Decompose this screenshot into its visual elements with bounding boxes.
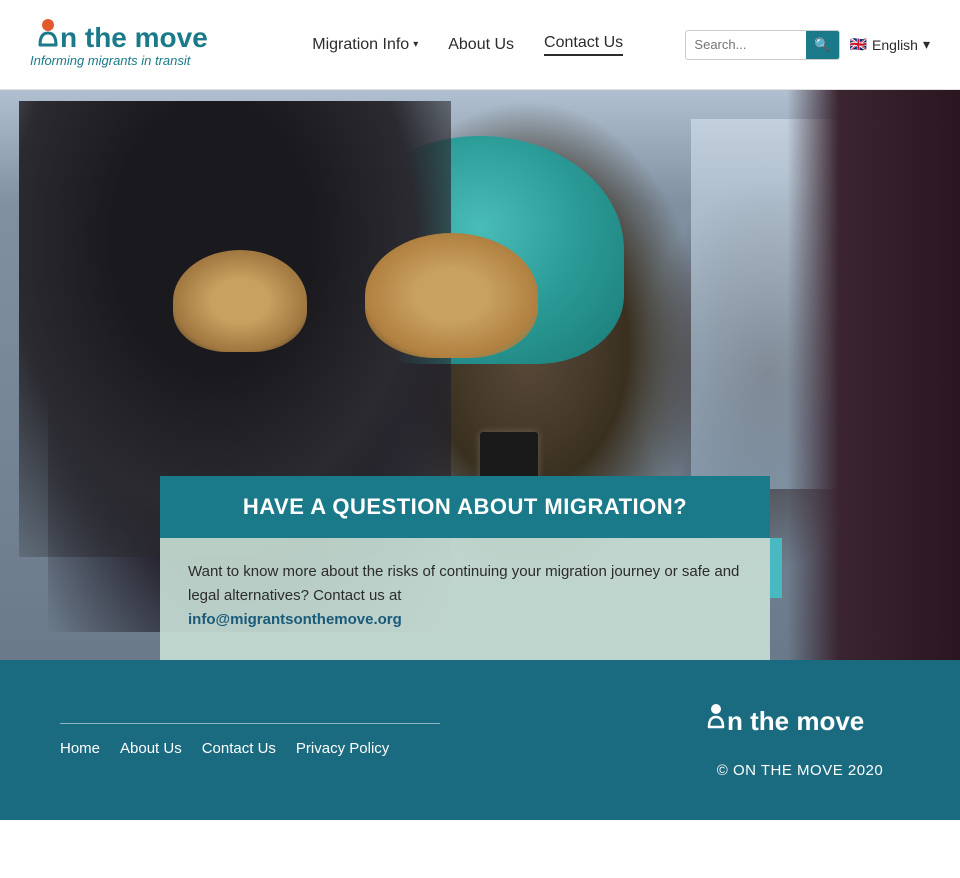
card-accent [770, 538, 782, 598]
footer-logo: n the move [700, 702, 900, 752]
nav-contact-us[interactable]: Contact Us [544, 34, 623, 56]
language-selector[interactable]: 🇬🇧 English ▾ [850, 36, 930, 53]
site-header: n the move Informing migrants in transit… [0, 0, 960, 90]
card-body: Want to know more about the risks of con… [160, 538, 770, 660]
logo-area[interactable]: n the move Informing migrants in transit [30, 17, 250, 72]
footer-left: Home About Us Contact Us Privacy Policy [60, 723, 440, 757]
footer-right: n the move © ON THE MOVE 2020 [700, 702, 900, 779]
logo-svg: n the move Informing migrants in transit [30, 17, 250, 72]
footer-link-about[interactable]: About Us [120, 740, 182, 757]
nav-migration-info[interactable]: Migration Info ▾ [312, 36, 418, 54]
svg-text:Informing migrants in transit: Informing migrants in transit [30, 53, 192, 68]
site-footer: Home About Us Contact Us Privacy Policy … [0, 660, 960, 820]
face-left [173, 250, 307, 353]
search-box: 🔍 [685, 30, 839, 60]
svg-text:n the move: n the move [727, 706, 864, 736]
contact-email-link[interactable]: info@migrantsonthemove.org [188, 611, 402, 628]
footer-link-home[interactable]: Home [60, 740, 100, 757]
card-body-text: Want to know more about the risks of con… [188, 563, 739, 604]
card-title: HAVE A QUESTION ABOUT MIGRATION? [160, 476, 770, 538]
chevron-down-icon: ▾ [413, 39, 418, 50]
figure-right [787, 90, 960, 660]
footer-copyright: © ON THE MOVE 2020 [717, 762, 884, 779]
nav-about-us[interactable]: About Us [448, 36, 514, 54]
footer-link-privacy[interactable]: Privacy Policy [296, 740, 389, 757]
search-icon: 🔍 [814, 37, 830, 52]
hero-section: HAVE A QUESTION ABOUT MIGRATION? Want to… [0, 90, 960, 660]
search-button[interactable]: 🔍 [806, 31, 838, 59]
chevron-down-icon: ▾ [923, 36, 930, 53]
footer-link-contact[interactable]: Contact Us [202, 740, 276, 757]
footer-links: Home About Us Contact Us Privacy Policy [60, 740, 440, 757]
footer-divider [60, 723, 440, 724]
flag-icon: 🇬🇧 [850, 36, 867, 53]
main-nav: Migration Info ▾ About Us Contact Us [312, 34, 623, 56]
header-right: 🔍 🇬🇧 English ▾ [685, 30, 930, 60]
svg-text:n the move: n the move [60, 22, 208, 53]
face-center [365, 233, 538, 358]
question-card: HAVE A QUESTION ABOUT MIGRATION? Want to… [160, 476, 770, 660]
search-input[interactable] [686, 32, 806, 57]
